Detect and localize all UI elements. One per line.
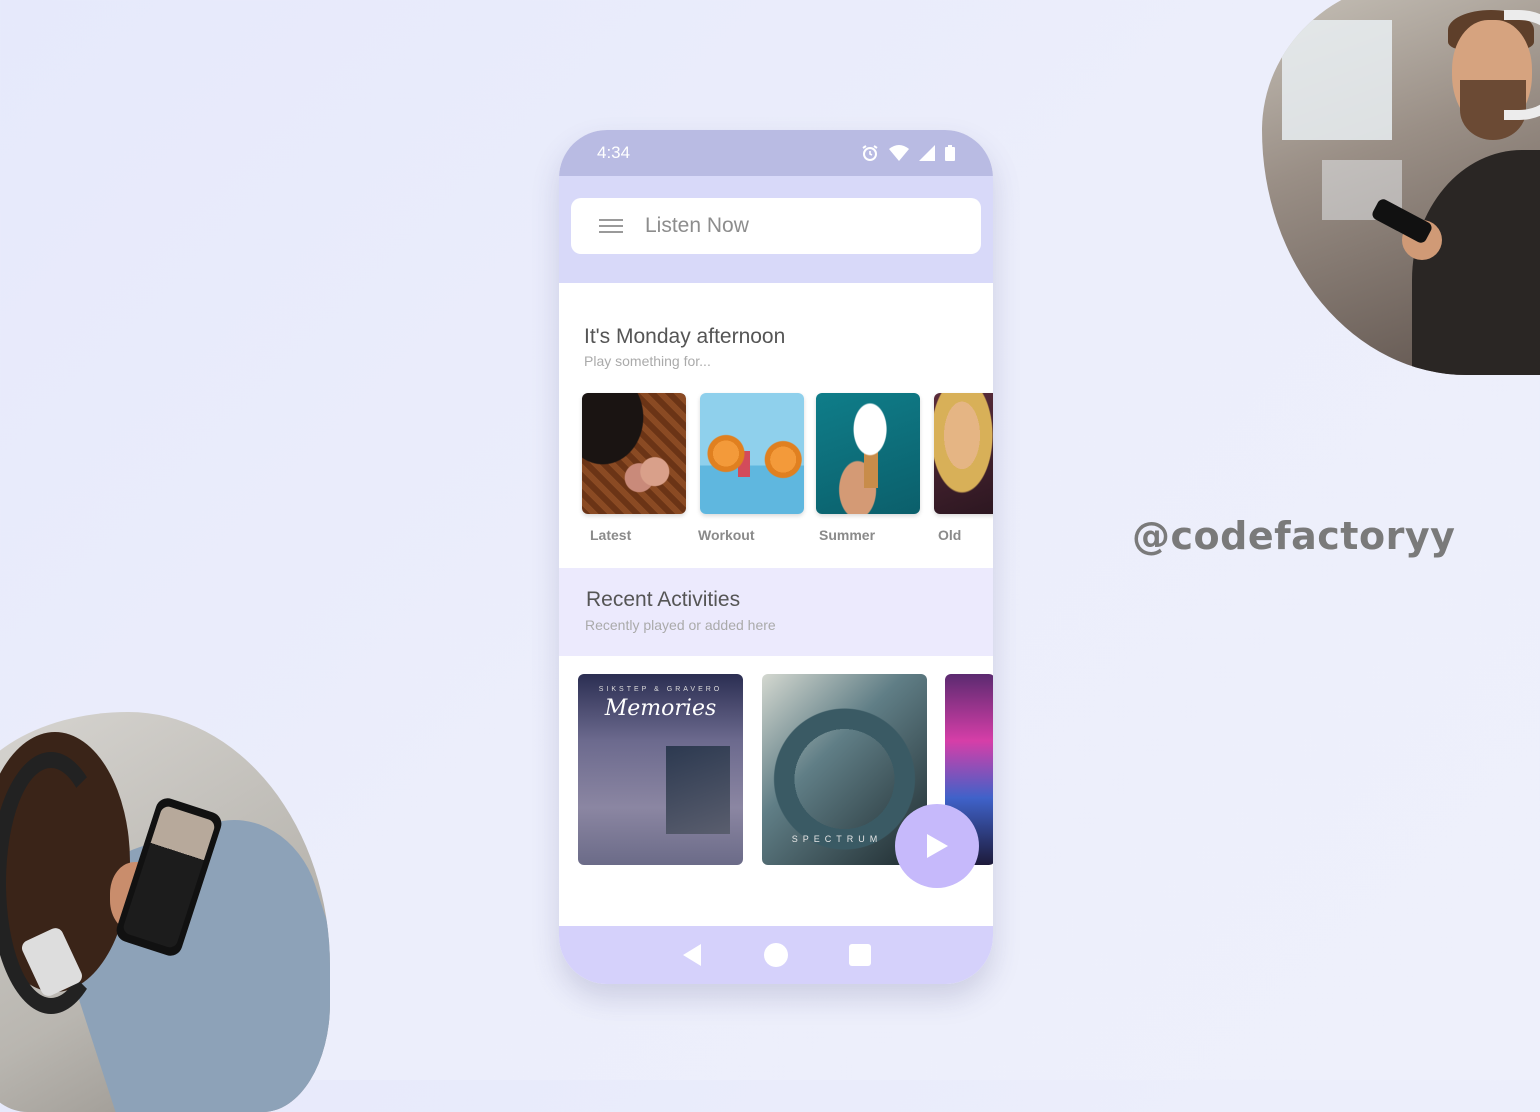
status-icons — [861, 144, 955, 162]
wifi-icon — [889, 145, 909, 161]
section-title: It's Monday afternoon — [584, 325, 786, 348]
status-time: 4:34 — [597, 143, 631, 162]
recent-header: Recent Activities Recently played or add… — [559, 568, 993, 656]
decorative-photo-woman-phone — [0, 712, 330, 1112]
signal-icon — [919, 145, 935, 161]
decorative-photo-man-headphones — [1262, 0, 1540, 375]
playlist-label: Workout — [698, 527, 755, 543]
recents-icon[interactable] — [849, 944, 871, 966]
search-bar-label: Listen Now — [645, 214, 749, 237]
back-icon[interactable] — [681, 943, 703, 967]
playlist-label: Summer — [819, 527, 876, 543]
playlist-card-summer[interactable] — [816, 393, 920, 514]
album-artist: SIKSTEP & GRAVERO — [598, 686, 723, 693]
play-button[interactable] — [895, 804, 979, 888]
alarm-icon — [862, 145, 878, 161]
recent-subtitle: Recently played or added here — [585, 617, 776, 633]
battery-icon — [945, 145, 955, 161]
section-subtitle: Play something for... — [584, 353, 711, 369]
nav-bar — [559, 926, 993, 984]
album-cover-memories[interactable]: SIKSTEP & GRAVERO Memories — [578, 674, 743, 865]
home-icon[interactable] — [763, 942, 789, 968]
menu-icon[interactable] — [599, 219, 623, 233]
playlist-card-latest[interactable] — [582, 393, 686, 514]
watermark-handle: @codefactoryy — [1132, 514, 1456, 558]
album-title: SPECTRUM — [791, 834, 883, 844]
phone-frame: 4:34 Listen Now It's Monday afternoon Pl… — [559, 130, 993, 984]
search-bar[interactable]: Listen Now — [571, 198, 981, 254]
playlist-card-workout[interactable] — [700, 393, 804, 514]
playlist-label: Old — [938, 527, 962, 543]
album-title: Memories — [604, 696, 717, 721]
playlist-label: Latest — [590, 527, 632, 543]
play-icon — [927, 834, 948, 858]
playlist-section: It's Monday afternoon Play something for… — [559, 283, 993, 568]
recent-title: Recent Activities — [586, 588, 741, 611]
top-bar: Listen Now — [559, 176, 993, 283]
playlist-card-old[interactable] — [934, 393, 993, 514]
status-bar: 4:34 — [559, 130, 993, 176]
